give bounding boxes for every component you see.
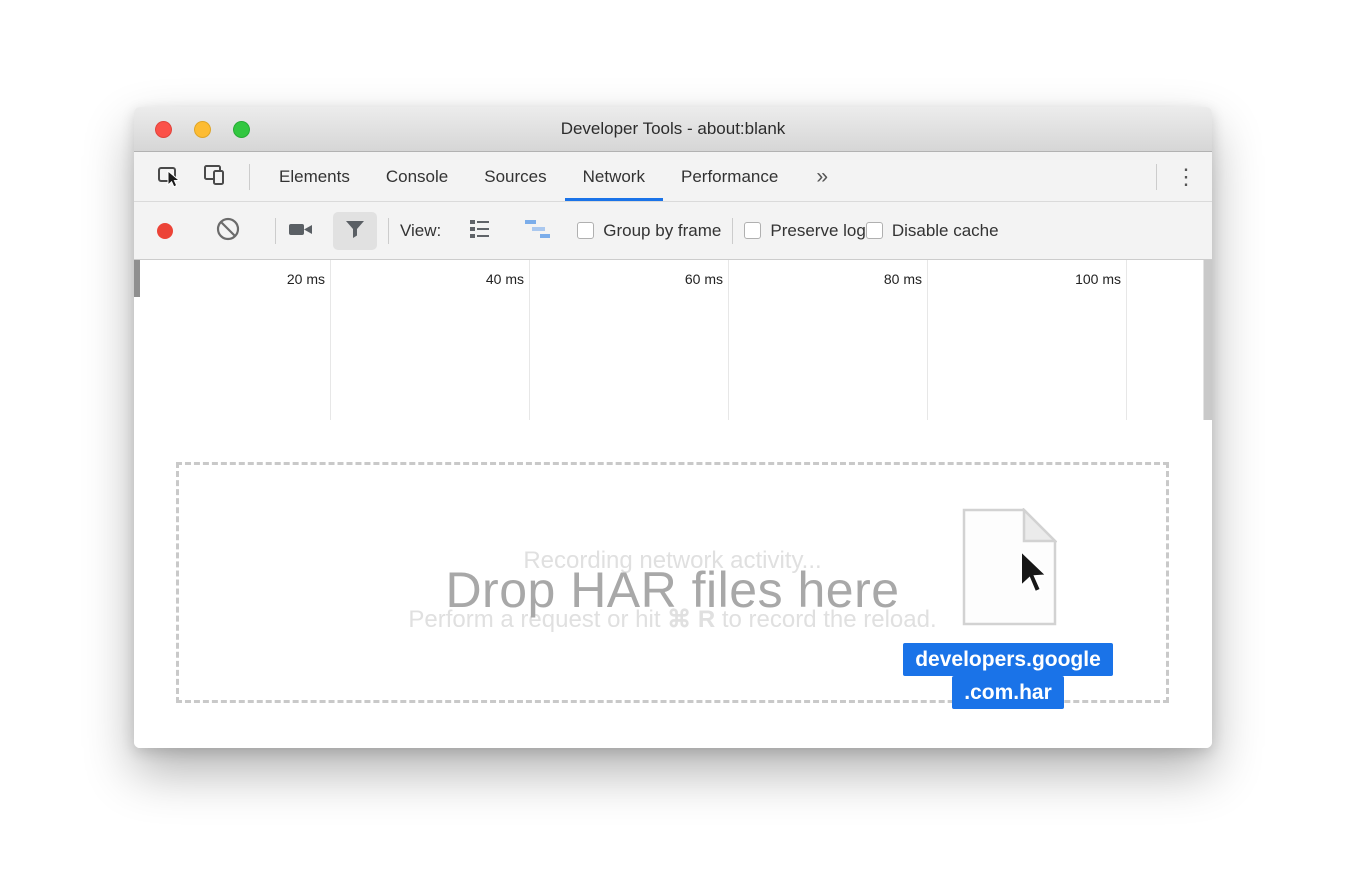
tab-sources[interactable]: Sources [466,152,564,201]
zoom-window-button[interactable] [233,121,250,138]
timeline-column: 20 ms [134,260,331,420]
timeline-label: 60 ms [685,271,723,287]
show-waterfall-button[interactable] [523,218,555,243]
tabbar-right-separator [1156,164,1157,190]
tab-network[interactable]: Network [565,152,663,201]
timeline-column: 80 ms [729,260,928,420]
dragged-har-file: developers.google .com.har [179,465,1166,700]
traffic-lights [155,107,250,151]
use-large-rows-button[interactable] [467,218,493,243]
devtools-window: Developer Tools - about:blank Elements C… [134,107,1212,748]
tab-elements[interactable]: Elements [261,152,368,201]
window-title: Developer Tools - about:blank [561,119,786,139]
record-button[interactable] [157,223,173,239]
overflow-menu-button[interactable]: ⋮ [1168,163,1204,191]
timeline-filler [1127,260,1212,420]
devtools-tabbar: Elements Console Sources Network Perform… [134,152,1212,202]
tabbar-separator [249,164,250,190]
capture-screenshots-button[interactable] [287,217,315,244]
network-timeline: 20 ms 40 ms 60 ms 80 ms 100 ms [134,260,1212,420]
clear-button[interactable] [214,215,242,246]
filter-funnel-icon [344,218,366,243]
timeline-label: 40 ms [486,271,524,287]
preserve-log-checkbox[interactable] [744,222,761,239]
timeline-column: 100 ms [928,260,1127,420]
toolbar-separator-1 [275,218,276,244]
group-by-frame-option[interactable]: Group by frame [577,221,721,241]
preserve-log-option[interactable]: Preserve log [744,221,865,241]
inspect-element-button[interactable] [151,159,187,195]
inspect-cursor-icon [156,162,182,191]
har-filename-badge: developers.google .com.har [884,643,1132,709]
preserve-log-label: Preserve log [770,221,865,241]
clear-icon [214,215,242,246]
left-scrollbar-thumb[interactable] [134,260,140,297]
timeline-label: 100 ms [1075,271,1121,287]
har-filename-line1: developers.google [903,643,1113,676]
tab-performance[interactable]: Performance [663,152,796,201]
close-window-button[interactable] [155,121,172,138]
device-toolbar-icon [202,162,228,191]
timeline-label: 80 ms [884,271,922,287]
timeline-label: 20 ms [287,271,325,287]
tabbar-right: ⋮ [1145,163,1212,191]
view-label: View: [400,221,441,241]
timeline-column: 40 ms [331,260,530,420]
toolbar-separator-2 [388,218,389,244]
tab-console[interactable]: Console [368,152,466,201]
disable-cache-checkbox[interactable] [866,222,883,239]
disable-cache-label: Disable cache [892,221,999,241]
filter-button[interactable] [333,212,377,250]
har-filename-line2: .com.har [952,676,1064,709]
waterfall-timeline-icon [523,218,555,243]
mouse-cursor-icon [1017,549,1051,602]
camera-icon [287,217,315,244]
toolbar-separator-3 [732,218,733,244]
more-tabs-button[interactable]: » [810,164,834,190]
minimize-window-button[interactable] [194,121,211,138]
list-view-icon [467,218,493,243]
titlebar[interactable]: Developer Tools - about:blank [134,107,1212,152]
right-scrollbar[interactable] [1203,260,1212,420]
group-by-frame-checkbox[interactable] [577,222,594,239]
network-toolbar: View: Group by frame [134,202,1212,260]
timeline-column: 60 ms [530,260,729,420]
group-by-frame-label: Group by frame [603,221,721,241]
har-drop-zone[interactable]: Recording network activity... Perform a … [176,462,1169,703]
device-toolbar-button[interactable] [197,159,233,195]
network-panel-body: Recording network activity... Perform a … [134,420,1212,748]
disable-cache-option[interactable]: Disable cache [866,221,999,241]
